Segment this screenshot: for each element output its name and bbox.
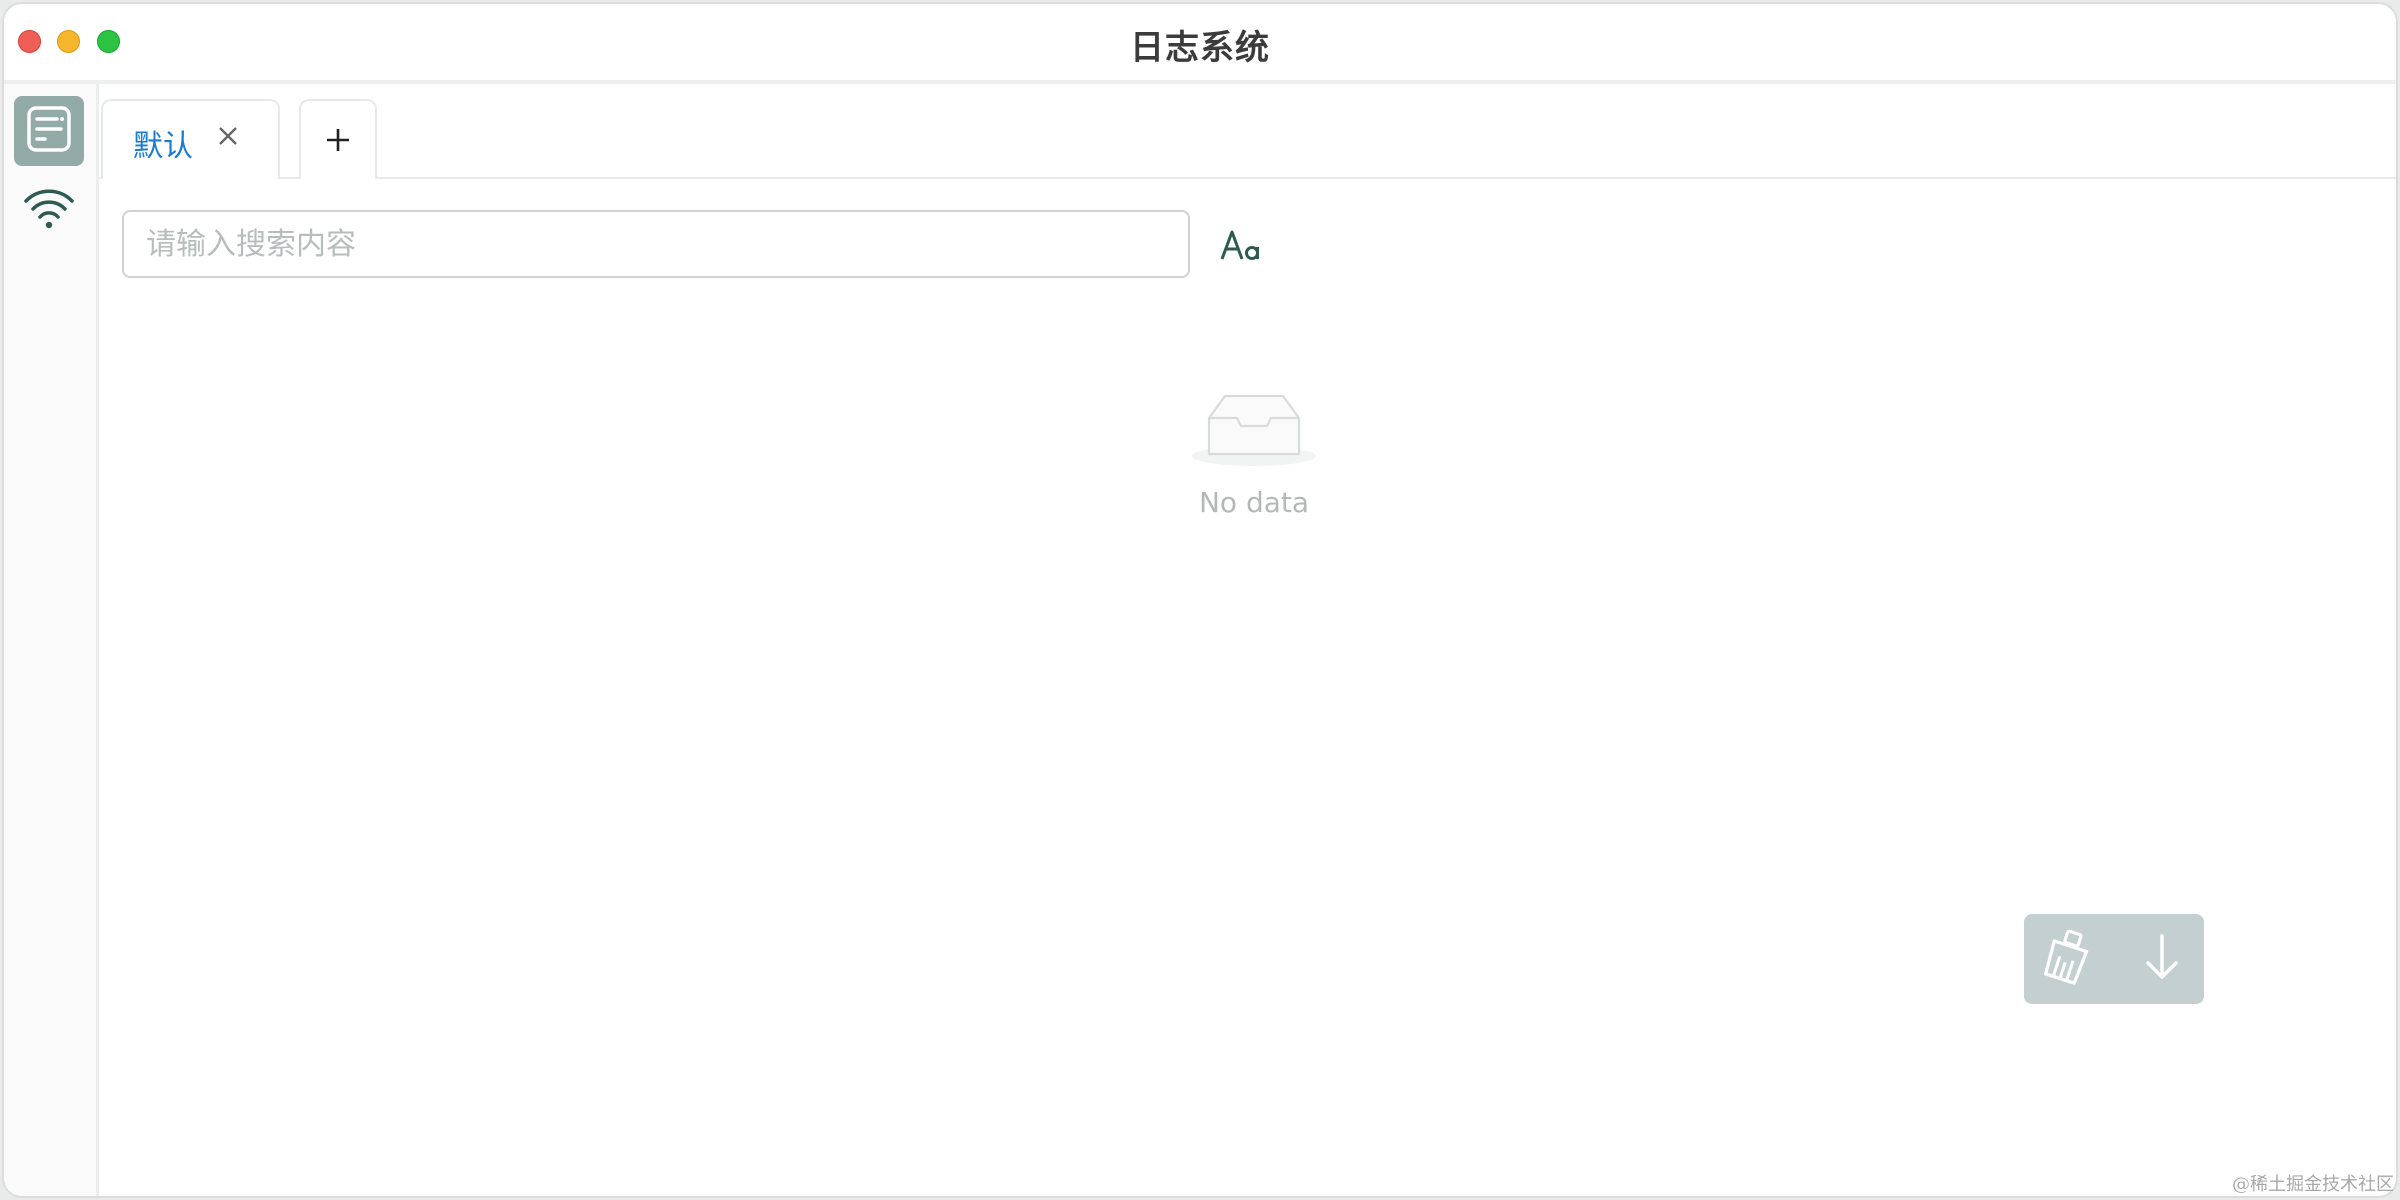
empty-state-text: No data: [1198, 486, 1310, 519]
tab-label: 默认: [133, 129, 193, 164]
window-title: 日志系统: [1130, 28, 1270, 68]
match-case-toggle[interactable]: [1219, 224, 1263, 266]
tab-close-button[interactable]: [213, 121, 243, 151]
sidebar: [4, 84, 99, 1196]
match-case-icon: [1219, 228, 1263, 266]
tab-bar: 默认: [99, 84, 2396, 179]
title-bar: 日志系统: [4, 4, 2396, 84]
sidebar-item-network[interactable]: [14, 176, 84, 246]
add-tab-button[interactable]: [299, 99, 377, 179]
close-icon: [219, 127, 237, 145]
clear-logs-button[interactable]: [2038, 929, 2098, 989]
log-document-icon: [24, 104, 74, 158]
main-content: 默认 请输入搜索内容 No data: [99, 84, 2396, 1196]
broom-clear-icon: [2040, 929, 2096, 989]
watermark: @稀土掘金技术社区: [2232, 1174, 2394, 1195]
scroll-to-bottom-button[interactable]: [2132, 929, 2192, 989]
wifi-icon: [22, 185, 76, 237]
search-input[interactable]: [122, 210, 1190, 278]
tab-default[interactable]: 默认: [101, 99, 280, 179]
plus-icon: [327, 129, 349, 151]
arrow-down-icon: [2140, 932, 2184, 986]
inbox-icon: [1189, 394, 1319, 474]
floating-action-bar: [2024, 914, 2204, 1004]
empty-state: No data: [1159, 384, 1349, 519]
sidebar-item-logs[interactable]: [14, 96, 84, 166]
app-window: 日志系统 默认 请输入搜索内容 No data: [4, 4, 2396, 1196]
